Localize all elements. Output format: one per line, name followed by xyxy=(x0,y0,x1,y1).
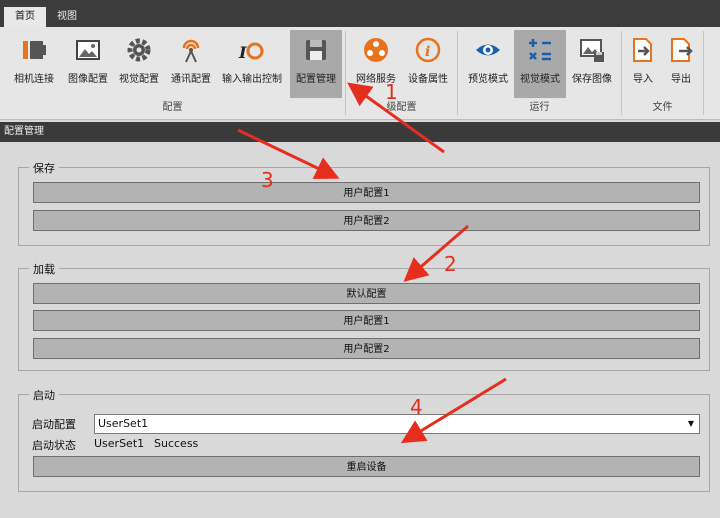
annotation-number-1: 1 xyxy=(385,80,398,104)
annotation-arrow-3 xyxy=(237,128,340,180)
annotation-arrow-1 xyxy=(347,82,445,154)
annotation-overlay xyxy=(237,82,507,444)
annotation-number-4: 4 xyxy=(410,395,423,419)
annotation-arrow-2 xyxy=(403,224,469,282)
annotation-number-2: 2 xyxy=(444,252,457,276)
annotation-number-3: 3 xyxy=(261,168,274,192)
